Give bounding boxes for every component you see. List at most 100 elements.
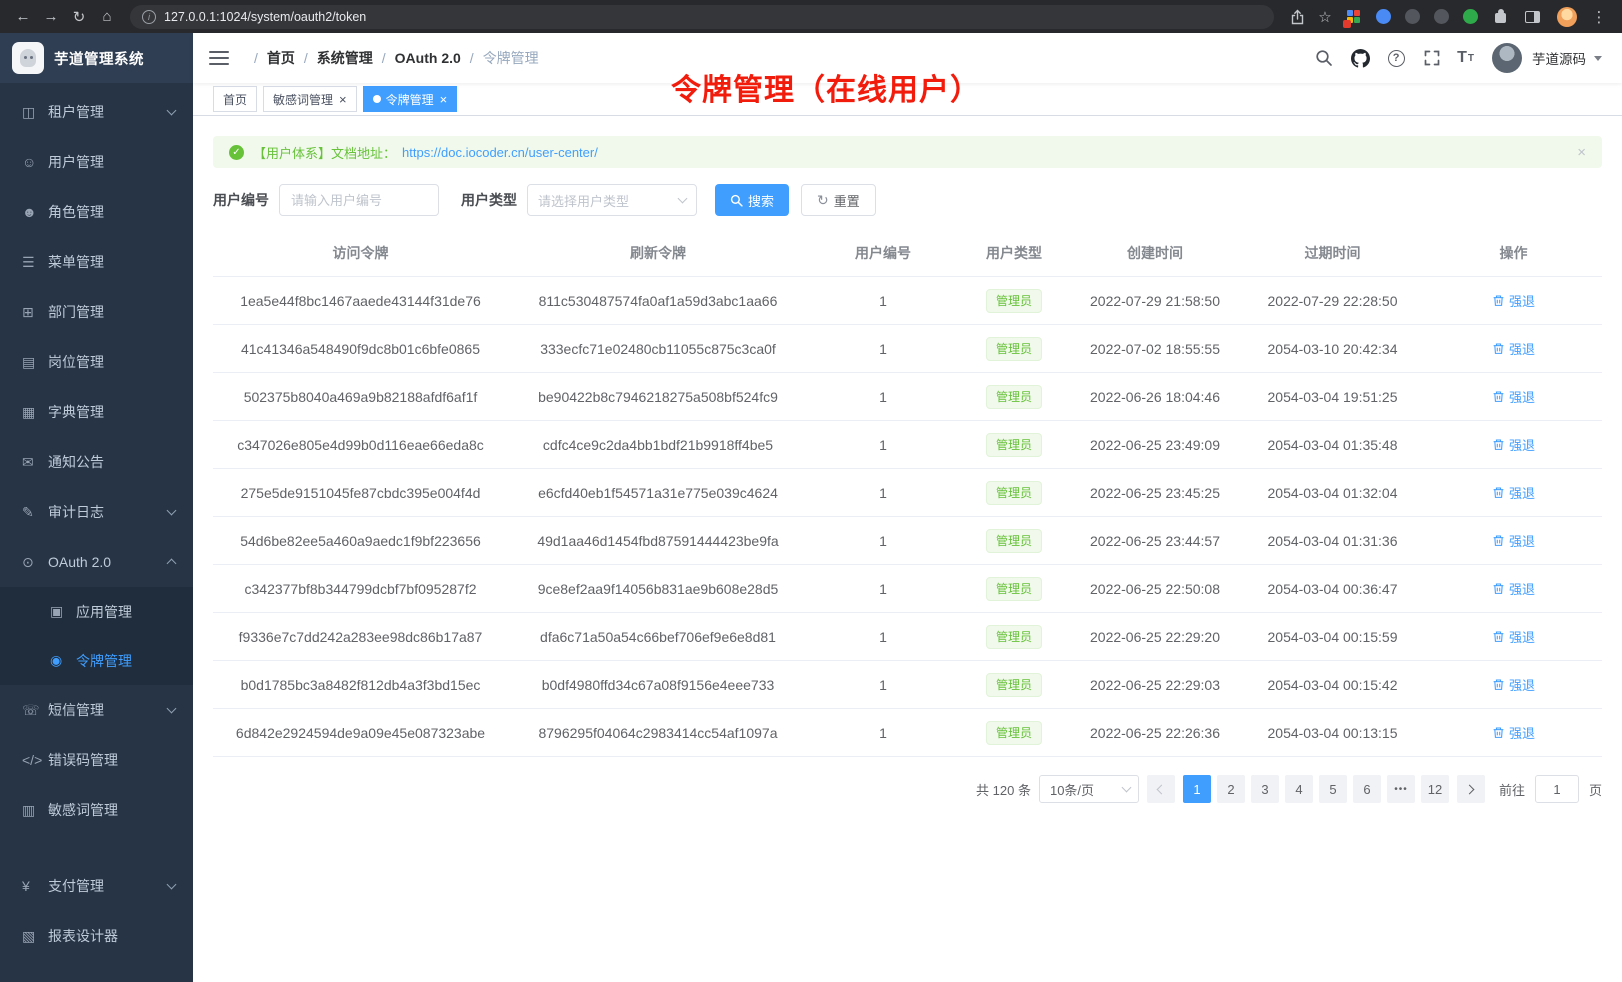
force-logout-button[interactable]: 强退 xyxy=(1492,387,1535,406)
page-number-button[interactable]: 5 xyxy=(1319,775,1347,803)
sidebar-item[interactable]: ▧ 报表设计器 xyxy=(0,911,193,961)
extension-blue-icon[interactable] xyxy=(1376,9,1391,24)
sidebar-item[interactable]: ✎ 审计日志 xyxy=(0,487,193,537)
page-number-button[interactable]: 4 xyxy=(1285,775,1313,803)
force-logout-button[interactable]: 强退 xyxy=(1492,531,1535,550)
actions-cell: 强退 xyxy=(1425,661,1602,709)
extension-dark2-icon[interactable] xyxy=(1434,9,1449,24)
search-button[interactable]: 搜索 xyxy=(715,184,789,216)
page-size-select[interactable]: 10条/页 xyxy=(1039,775,1139,803)
breadcrumb-item[interactable]: / 系统管理 xyxy=(295,48,373,68)
force-logout-button[interactable]: 强退 xyxy=(1492,291,1535,310)
extension-grid-icon[interactable] xyxy=(1347,10,1361,24)
tab[interactable]: 敏感词管理 × xyxy=(263,86,357,112)
page-number-button[interactable]: ••• xyxy=(1387,775,1415,803)
sidebar-item[interactable]: ⊞ 部门管理 xyxy=(0,287,193,337)
next-page-button[interactable] xyxy=(1457,775,1485,803)
page-number-button[interactable]: 1 xyxy=(1183,775,1211,803)
page-number-button[interactable]: 3 xyxy=(1251,775,1279,803)
caret-down-icon[interactable] xyxy=(1594,56,1602,61)
access-token-cell: 502375b8040a469a9b82188afdf6af1f xyxy=(213,373,508,421)
menu-item-label: 短信管理 xyxy=(48,700,104,720)
chevron-icon xyxy=(167,880,177,890)
tab-close-icon[interactable]: × xyxy=(440,93,448,106)
breadcrumb-item[interactable]: / OAuth 2.0 xyxy=(373,50,461,66)
force-logout-button[interactable]: 强退 xyxy=(1492,483,1535,502)
force-logout-button[interactable]: 强退 xyxy=(1492,339,1535,358)
home-icon[interactable]: ⌂ xyxy=(94,4,120,30)
goto-page-input[interactable] xyxy=(1535,775,1579,803)
back-icon[interactable]: ← xyxy=(10,4,36,30)
force-logout-label: 强退 xyxy=(1509,675,1535,694)
sidebar-item[interactable]: ⊙ OAuth 2.0 xyxy=(0,537,193,587)
sidebar-item[interactable]: ¥ 支付管理 xyxy=(0,861,193,911)
user-name[interactable]: 芋道源码 xyxy=(1532,48,1586,68)
help-icon[interactable]: ? xyxy=(1385,47,1407,69)
user-type-tag: 管理员 xyxy=(986,433,1042,457)
force-logout-button[interactable]: 强退 xyxy=(1492,435,1535,454)
page-number-button[interactable]: 6 xyxy=(1353,775,1381,803)
side-panel-icon[interactable] xyxy=(1525,11,1540,23)
force-logout-button[interactable]: 强退 xyxy=(1492,627,1535,646)
user-type-select[interactable]: 请选择用户类型 xyxy=(527,184,697,216)
force-logout-button[interactable]: 强退 xyxy=(1492,579,1535,598)
breadcrumb-item[interactable]: / 首页 xyxy=(245,48,295,68)
alert-close-icon[interactable]: × xyxy=(1577,144,1586,161)
menu-item-icon: ☺ xyxy=(22,154,48,170)
sidebar: 芋道管理系统 ◫ 租户管理 ☺ 用户管理 ☻ 角色管理 xyxy=(0,33,193,982)
forward-icon[interactable]: → xyxy=(38,4,64,30)
prev-page-button[interactable] xyxy=(1147,775,1175,803)
tab[interactable]: 首页 × xyxy=(213,86,257,112)
sidebar-item[interactable]: ☏ 短信管理 xyxy=(0,685,193,735)
fullscreen-icon[interactable] xyxy=(1421,47,1443,69)
sidebar-item[interactable]: ☰ 菜单管理 xyxy=(0,237,193,287)
search-icon[interactable] xyxy=(1313,47,1335,69)
extensions-puzzle-icon[interactable] xyxy=(1495,13,1506,23)
access-token-cell: c347026e805e4d99b0d116eae66eda8c xyxy=(213,421,508,469)
page-number-button[interactable]: 2 xyxy=(1217,775,1245,803)
sidebar-item[interactable]: ▦ 字典管理 xyxy=(0,387,193,437)
address-bar[interactable]: i 127.0.0.1:1024/system/oauth2/token xyxy=(130,5,1274,29)
reset-button[interactable]: ↻ 重置 xyxy=(801,184,876,216)
sidebar-item[interactable]: ☺ 用户管理 xyxy=(0,137,193,187)
user-id-input[interactable] xyxy=(279,184,439,216)
menu-item-icon: ▥ xyxy=(22,802,48,819)
breadcrumb-item[interactable]: / 令牌管理 xyxy=(461,48,539,68)
font-size-icon[interactable]: TT xyxy=(1457,47,1474,69)
extension-green-icon[interactable] xyxy=(1463,9,1478,24)
user-avatar[interactable] xyxy=(1492,43,1522,73)
sidebar-toggle-icon[interactable] xyxy=(209,51,229,65)
browser-menu-icon[interactable]: ⋮ xyxy=(1586,4,1612,30)
force-logout-button[interactable]: 强退 xyxy=(1492,675,1535,694)
user-id-cell: 1 xyxy=(808,661,958,709)
sidebar-item[interactable]: </> 错误码管理 xyxy=(0,735,193,785)
user-id-cell: 1 xyxy=(808,709,958,757)
browser-profile-avatar[interactable] xyxy=(1557,7,1577,27)
sidebar-item[interactable]: ☻ 角色管理 xyxy=(0,187,193,237)
menu-item-label: 菜单管理 xyxy=(48,252,104,272)
menu-item-icon: ¥ xyxy=(22,878,48,894)
sidebar-item[interactable]: ▣ 应用管理 xyxy=(0,587,193,636)
force-logout-button[interactable]: 强退 xyxy=(1492,723,1535,742)
info-glyph: i xyxy=(148,12,150,22)
tab-close-icon[interactable]: × xyxy=(339,93,347,106)
sidebar-item[interactable]: ✉ 通知公告 xyxy=(0,437,193,487)
share-icon[interactable] xyxy=(1284,4,1310,30)
reset-icon: ↻ xyxy=(817,193,829,207)
sidebar-item[interactable]: ▤ 岗位管理 xyxy=(0,337,193,387)
user-id-cell: 1 xyxy=(808,277,958,325)
reload-icon[interactable]: ↻ xyxy=(66,4,92,30)
tab[interactable]: 令牌管理 × xyxy=(363,86,458,112)
extension-dark-icon[interactable] xyxy=(1405,9,1420,24)
font-size-glyph: T xyxy=(1457,49,1467,67)
sidebar-item[interactable]: ▥ 敏感词管理 xyxy=(0,785,193,835)
doc-link[interactable]: https://doc.iocoder.cn/user-center/ xyxy=(402,145,598,160)
site-info-icon[interactable]: i xyxy=(142,10,156,24)
bookmark-star-icon[interactable]: ☆ xyxy=(1312,4,1338,30)
sidebar-item[interactable]: ◉ 令牌管理 xyxy=(0,636,193,685)
app-logo[interactable]: 芋道管理系统 xyxy=(0,33,193,83)
tab-label: 敏感词管理 xyxy=(273,91,333,108)
sidebar-item[interactable]: ◫ 租户管理 xyxy=(0,87,193,137)
github-icon[interactable] xyxy=(1349,47,1371,69)
page-number-button[interactable]: 12 xyxy=(1421,775,1449,803)
